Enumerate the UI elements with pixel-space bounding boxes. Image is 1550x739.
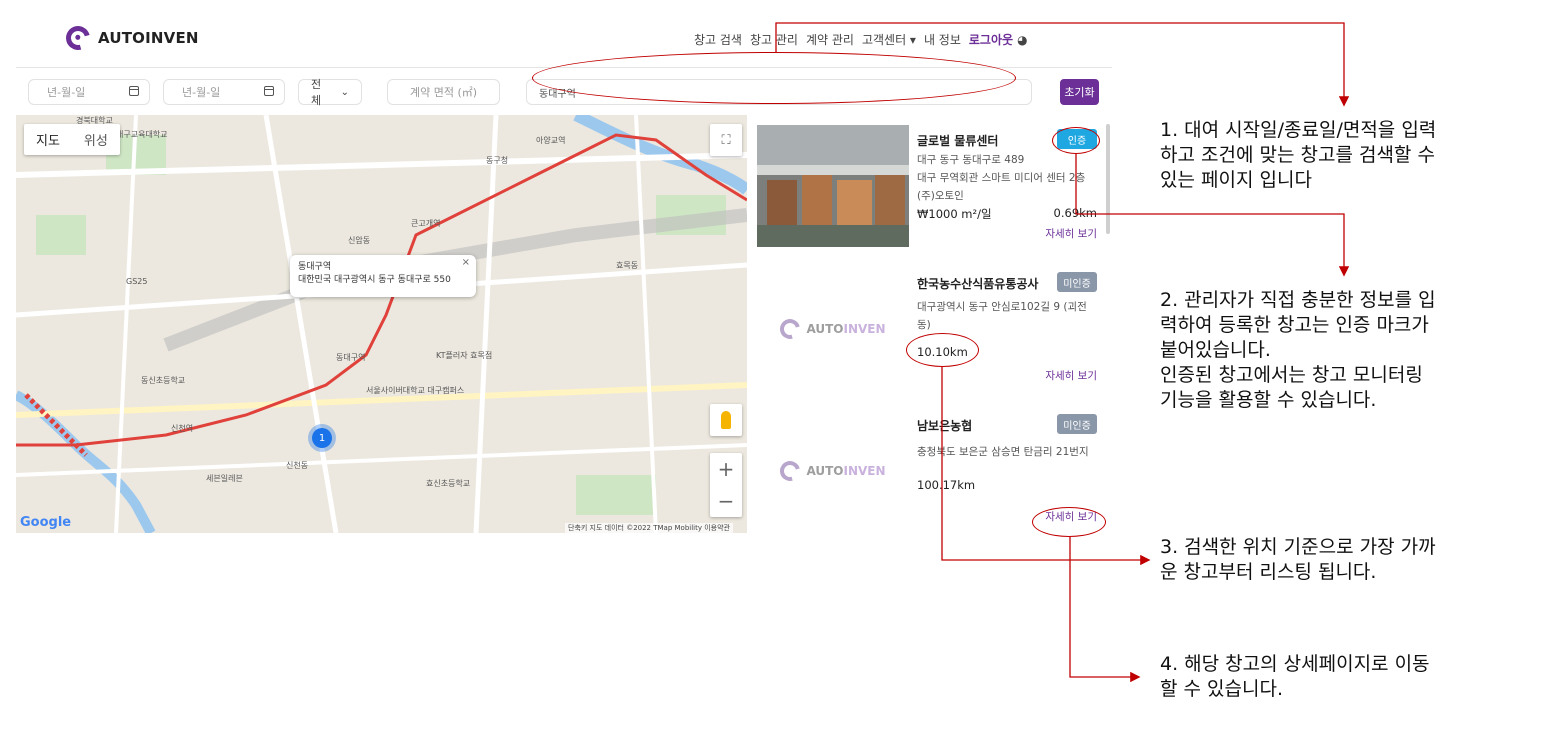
- note-line: 1. 대여 시작일/종료일/면적을 입력: [1160, 119, 1437, 141]
- note-line: 붙어있습니다.: [1160, 339, 1271, 361]
- note-line: 있는 페이지 입니다: [1160, 169, 1312, 191]
- note-line: 2. 관리자가 직접 충분한 정보를 입: [1160, 289, 1436, 311]
- note-line: 3. 검색한 위치 기준으로 가장 가까: [1160, 536, 1436, 558]
- note-line: 하고 조건에 맞는 창고를 검색할 수: [1160, 144, 1435, 166]
- note-line: 력하여 등록한 창고는 인증 마크가: [1160, 314, 1429, 336]
- note-line: 기능을 활용할 수 있습니다.: [1160, 389, 1377, 411]
- annotation-note-1: 1. 대여 시작일/종료일/면적을 입력 하고 조건에 맞는 창고를 검색할 수…: [1160, 118, 1436, 193]
- annotation-note-2: 2. 관리자가 직접 충분한 정보를 입 력하여 등록한 창고는 인증 마크가 …: [1160, 288, 1436, 413]
- note-line: 운 창고부터 리스팅 됩니다.: [1160, 561, 1377, 583]
- annotation-note-3: 3. 검색한 위치 기준으로 가장 가까 운 창고부터 리스팅 됩니다.: [1160, 535, 1436, 585]
- note-line: 할 수 있습니다.: [1160, 678, 1283, 700]
- note-line: 4. 해당 창고의 상세페이지로 이동: [1160, 653, 1430, 675]
- note-line: 인증된 창고에서는 창고 모니터링: [1160, 364, 1423, 386]
- annotation-note-4: 4. 해당 창고의 상세페이지로 이동 할 수 있습니다.: [1160, 652, 1430, 702]
